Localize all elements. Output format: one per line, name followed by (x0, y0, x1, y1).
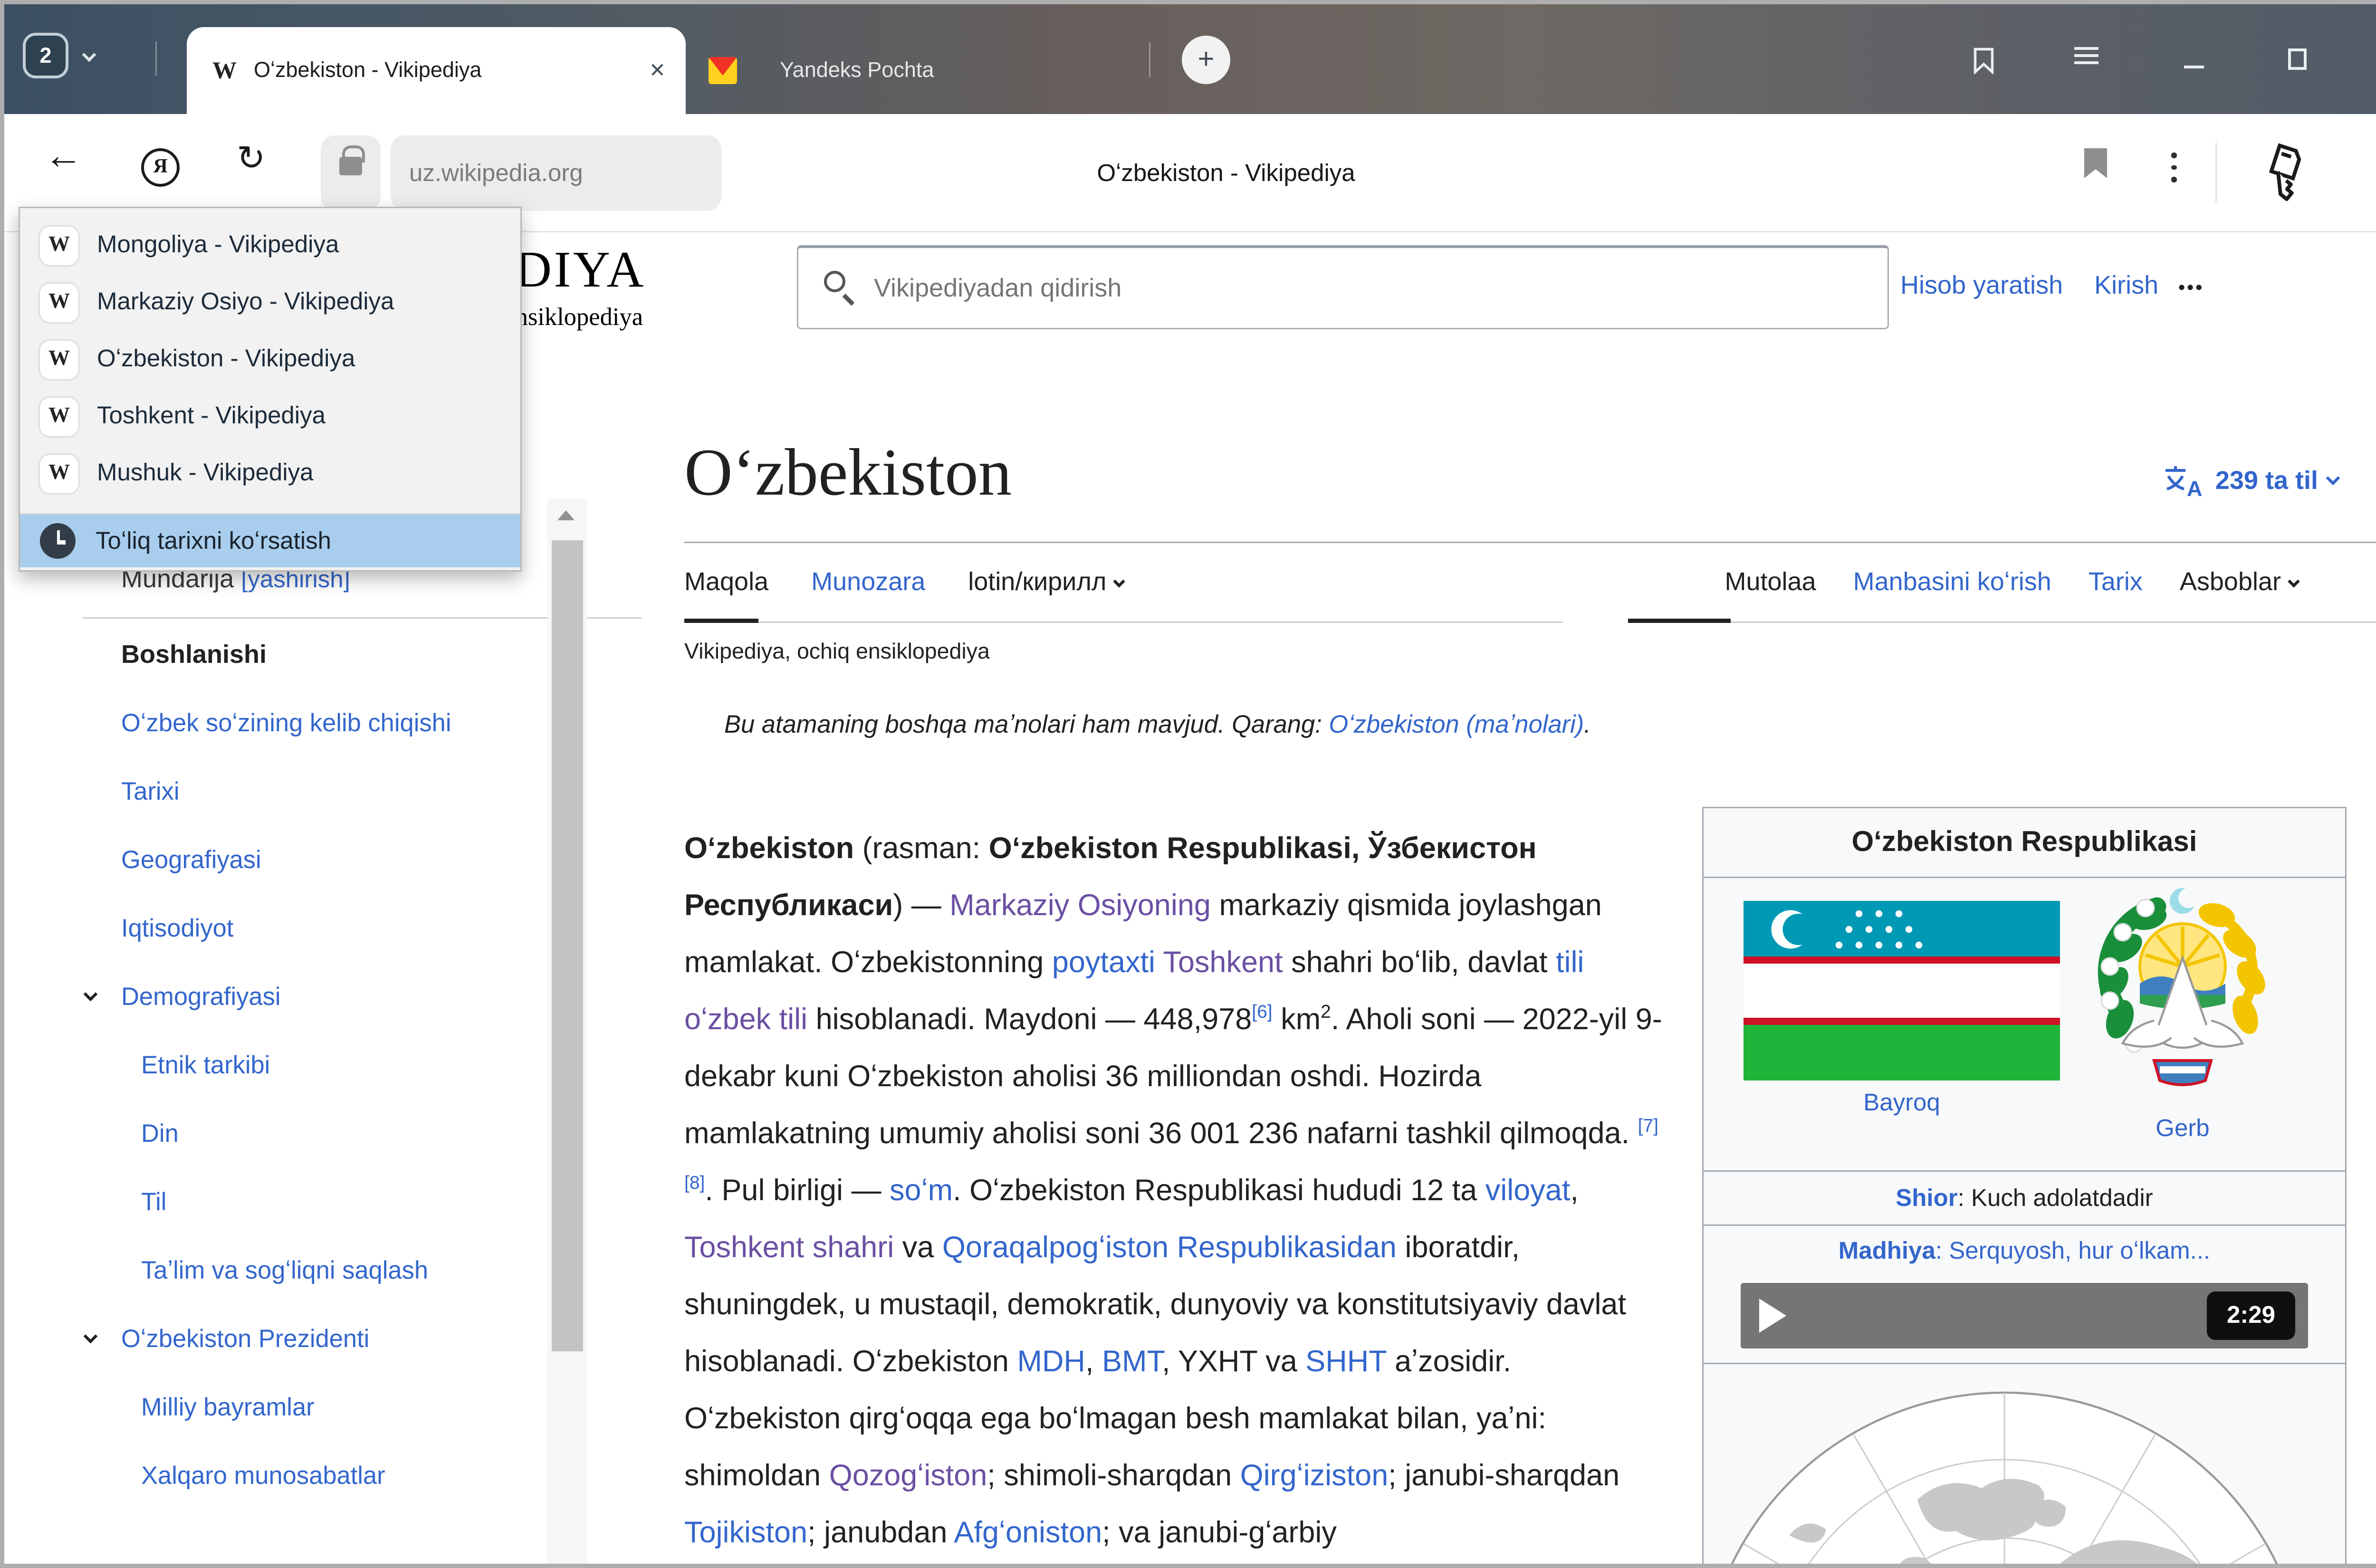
history-suggestion-item[interactable]: W Markaziy Osiyo - Vikipediya (20, 274, 520, 331)
page-menu-kebab-icon[interactable] (2171, 153, 2177, 189)
tab-active-wikipedia[interactable]: W Oʻzbekiston - Vikipediya ✕ (187, 27, 686, 114)
chevron-down-icon (2288, 575, 2299, 587)
toolbar-page-title: Oʻzbekiston - Vikipediya (289, 114, 2163, 232)
article-view-tab[interactable]: Manbasini koʻrish (1853, 567, 2051, 597)
login-link[interactable]: Kirish (2094, 271, 2158, 299)
country-infobox: Oʻzbekiston Respublikasi (1702, 807, 2347, 1568)
history-suggestion-item[interactable]: W Mushuk - Vikipediya (20, 445, 520, 502)
infobox-title: Oʻzbekiston Respublikasi (1704, 808, 2345, 877)
emblem-caption-link[interactable]: Gerb (2091, 1115, 2274, 1143)
history-suggestion-item[interactable]: W Mongoliya - Vikipediya (20, 217, 520, 274)
window-maximize-button[interactable] (2288, 48, 2307, 70)
reload-button[interactable]: ↻ (237, 138, 265, 180)
translate-icon: A (2163, 463, 2205, 497)
tab-count: 2 (39, 44, 51, 68)
passwords-key-icon[interactable] (2257, 143, 2314, 210)
wikipedia-favicon: W (40, 397, 78, 436)
new-tab-button[interactable]: + (1182, 36, 1230, 84)
toc-item[interactable]: Din (83, 1113, 522, 1155)
toc-item[interactable]: Tarixi (83, 771, 522, 813)
divider (155, 41, 157, 76)
chevron-down-icon[interactable] (84, 987, 98, 1002)
browser-menu-icon[interactable] (2074, 47, 2098, 68)
lead-paragraph: Oʻzbekiston (rasman: Oʻzbekiston Respubl… (684, 821, 1668, 1562)
scrollbar-thumb[interactable] (552, 540, 583, 1351)
divider (684, 542, 2376, 543)
tab-yandex-mail[interactable]: Yandeks Pochta (697, 27, 1145, 114)
divider (684, 621, 1562, 623)
divider (1628, 621, 2376, 623)
toc-item[interactable]: Taʼlim va sogʻliqni saqlash (83, 1250, 522, 1291)
search-input[interactable] (798, 248, 1887, 328)
wikipedia-favicon: W (40, 226, 78, 265)
svg-text:A: A (2187, 477, 2203, 497)
table-of-contents: Boshlanishi Oʻzbek soʻzining kelib chiqi… (83, 634, 522, 1524)
article-view-tab[interactable]: Mutolaa (1725, 567, 1816, 597)
tab-title: Oʻzbekiston - Vikipediya (254, 58, 643, 83)
wikipedia-favicon: W (40, 283, 78, 322)
toc-item[interactable]: Oʻzbek soʻzining kelib chiqishi (83, 703, 522, 744)
article-title: Oʻzbekiston (684, 435, 1012, 512)
toc-item[interactable]: Demografiyasi (83, 976, 522, 1018)
window-minimize-button[interactable] (2184, 66, 2204, 68)
active-tab-underline (684, 619, 758, 623)
toc-item[interactable]: Milliy bayramlar (83, 1387, 522, 1428)
play-icon[interactable] (1759, 1299, 1786, 1333)
audio-duration: 2:29 (2207, 1291, 2295, 1340)
anthem-audio-player[interactable]: 2:29 (1741, 1283, 2308, 1348)
site-subtitle: Vikipediya, ochiq ensiklopediya (684, 640, 990, 666)
article-view-tab[interactable]: Asboblar (2180, 567, 2298, 597)
hatnote[interactable]: Bu atamaning boshqa maʼnolari ham mavjud… (724, 710, 1591, 740)
toc-item[interactable]: Etnik tarkibi (83, 1045, 522, 1086)
history-clock-icon (40, 523, 76, 559)
toc-scrollbar[interactable] (547, 499, 587, 1564)
infobox-anthem: Madhiya: Serquyosh, hur oʻlkam... 2:29 (1704, 1224, 2345, 1363)
article-view-tab[interactable]: Tarix (2089, 567, 2143, 597)
browser-window: 2 W Oʻzbekiston - Vikipediya ✕ Yandeks P… (0, 0, 2376, 1568)
toc-item[interactable]: Iqtisodiyot (83, 908, 522, 949)
uzbekistan-flag-image[interactable] (1744, 901, 2060, 1088)
wikipedia-favicon: W (212, 57, 237, 85)
chevron-down-icon (2326, 471, 2340, 486)
article-tab[interactable]: Maqola (684, 567, 768, 597)
toc-item[interactable]: Geografiyasi (83, 840, 522, 881)
uzbekistan-emblem-image[interactable] (2091, 884, 2274, 1119)
chevron-down-icon (1113, 575, 1125, 587)
language-selector-button[interactable]: A 239 ta til (2163, 463, 2338, 497)
article-tab[interactable]: lotin/кирилл (968, 567, 1123, 597)
tab-counter-chevron-down-icon[interactable] (82, 48, 96, 62)
yandex-logo-icon[interactable]: Я (141, 148, 180, 187)
tab-title: Yandeks Pochta (780, 58, 934, 83)
create-account-link[interactable]: Hisob yaratish (1900, 271, 2063, 299)
scroll-up-arrow[interactable] (557, 510, 575, 520)
divider (2215, 143, 2217, 202)
history-suggestion-item[interactable]: W Toshkent - Vikipediya (20, 388, 520, 445)
anthem-link[interactable]: Madhiya: Serquyosh, hur oʻlkam... (1704, 1226, 2345, 1266)
wikipedia-favicon: W (40, 454, 78, 493)
tab-close-icon[interactable]: ✕ (649, 58, 666, 83)
toc-item[interactable]: Til (83, 1182, 522, 1223)
tab-strip: 2 W Oʻzbekiston - Vikipediya ✕ Yandeks P… (4, 4, 2376, 114)
tab-counter-badge[interactable]: 2 (23, 33, 68, 78)
user-menu-kebab[interactable]: ••• (2178, 277, 2204, 298)
bookmarks-panel-icon[interactable] (1973, 47, 1994, 74)
back-button[interactable]: ← (44, 134, 83, 178)
address-bar-history-dropdown: W Mongoliya - Vikipediya W Markaziy Osiy… (19, 207, 522, 572)
article-tab[interactable]: Munozara (811, 567, 925, 597)
show-full-history-item[interactable]: Toʻliq tarixni koʻrsatish (20, 515, 520, 567)
divider (1149, 43, 1150, 77)
wikipedia-favicon: W (40, 340, 78, 379)
infobox-motto: Shior: Kuch adolatdadir (1704, 1170, 2345, 1224)
history-suggestion-item[interactable]: W Oʻzbekiston - Vikipediya (20, 331, 520, 388)
wiki-search-box[interactable] (797, 245, 1889, 329)
toc-item[interactable]: Boshlanishi (83, 634, 522, 676)
active-tab-underline (1628, 619, 1731, 623)
toc-item[interactable]: Xalqaro munosabatlar (83, 1455, 522, 1497)
flag-caption-link[interactable]: Bayroq (1744, 1089, 2060, 1118)
toc-item[interactable]: Oʻzbekiston Prezidenti (83, 1319, 522, 1360)
chevron-down-icon[interactable] (84, 1329, 98, 1344)
infobox-location-map[interactable] (1704, 1363, 2345, 1568)
yandex-mail-icon (709, 57, 737, 84)
